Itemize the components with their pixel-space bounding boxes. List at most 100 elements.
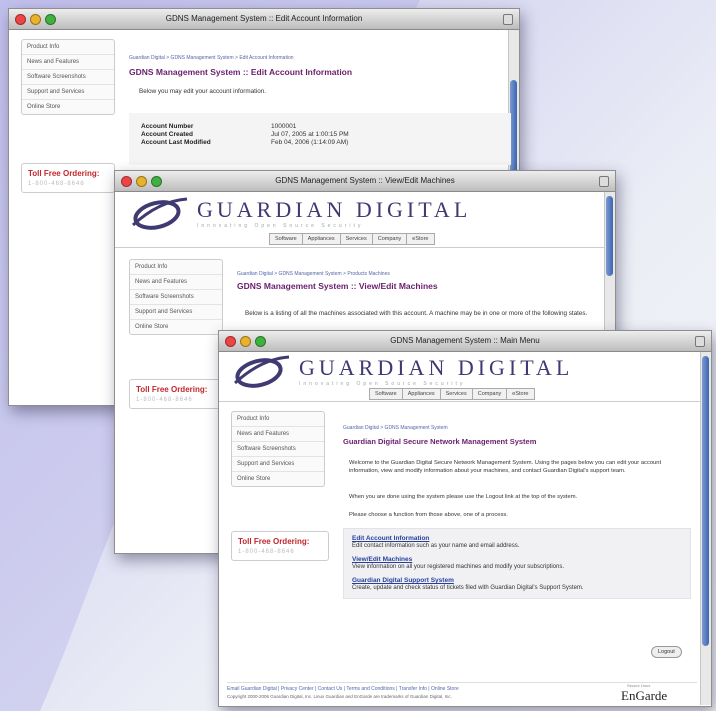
scrollbar-thumb[interactable]	[606, 196, 613, 276]
breadcrumb[interactable]: Guardian Digital > GDNS Management Syste…	[237, 271, 390, 277]
machines-intro: Below is a listing of all the machines a…	[245, 310, 588, 317]
toll-free-number: 1-800-468-8646	[136, 397, 193, 403]
sidebar-item[interactable]: Product Info	[130, 260, 222, 275]
sidebar-item[interactable]: Product Info	[232, 412, 324, 427]
nav-tab[interactable]: Appliances	[301, 233, 341, 245]
toolbar-toggle-icon[interactable]	[599, 176, 609, 187]
welcome-text: Welcome to the Guardian Digital Secure N…	[349, 460, 662, 474]
guardian-digital-logo[interactable]: GUARDIAN DIGITAL Innovating Open Source …	[231, 353, 573, 389]
nav-tab[interactable]: Services	[439, 388, 473, 400]
function-item: Edit Account Information Edit contact in…	[352, 535, 682, 550]
toll-free-title: Toll Free Ordering:	[28, 169, 100, 178]
maximize-icon[interactable]	[255, 336, 266, 347]
sidebar-item[interactable]: Software Screenshots	[130, 290, 222, 305]
window-title: GDNS Management System :: Edit Account I…	[165, 14, 363, 23]
close-icon[interactable]	[121, 176, 132, 187]
close-icon[interactable]	[225, 336, 236, 347]
sidebar-item[interactable]: News and Features	[22, 55, 114, 70]
nav-tab[interactable]: Company	[471, 388, 508, 400]
logo-tagline: Innovating Open Source Security	[197, 223, 364, 229]
nav-tab[interactable]: Software	[369, 388, 403, 400]
sidebar-item[interactable]: Software Screenshots	[22, 70, 114, 85]
minimize-icon[interactable]	[136, 176, 147, 187]
nav-tab[interactable]: Software	[269, 233, 303, 245]
function-list: Edit Account Information Edit contact in…	[343, 528, 691, 599]
nav-tab[interactable]: Company	[371, 233, 408, 245]
swoosh-logo-icon	[233, 355, 290, 388]
view-machines-link[interactable]: View/Edit Machines	[352, 556, 682, 563]
scrollbar[interactable]	[700, 352, 711, 705]
minimize-icon[interactable]	[240, 336, 251, 347]
close-icon[interactable]	[15, 14, 26, 25]
sidebar-item[interactable]: Product Info	[22, 40, 114, 55]
breadcrumb[interactable]: Guardian Digital > GDNS Management Syste…	[129, 55, 294, 61]
page-title: GDNS Management System :: View/Edit Mach…	[237, 281, 438, 291]
logo-text: GUARDIAN DIGITAL	[197, 197, 472, 222]
sidebar-item[interactable]: Online Store	[22, 100, 114, 114]
toll-free-title: Toll Free Ordering:	[136, 385, 208, 394]
title-bar[interactable]: GDNS Management System :: Main Menu	[219, 331, 711, 352]
breadcrumb[interactable]: Guardian Digital > GDNS Management Syste…	[343, 425, 448, 431]
header-divider	[219, 401, 701, 402]
toll-free-title: Toll Free Ordering:	[238, 537, 310, 546]
toolbar-toggle-icon[interactable]	[695, 336, 705, 347]
nav-tab[interactable]: Services	[339, 233, 373, 245]
maximize-icon[interactable]	[151, 176, 162, 187]
toll-free-number: 1-800-468-8646	[28, 181, 85, 187]
traffic-lights	[15, 14, 56, 25]
sidebar-item[interactable]: Support and Services	[22, 85, 114, 100]
engarde-logo[interactable]: EnGarde	[621, 688, 667, 704]
scrollbar-thumb[interactable]	[702, 356, 709, 646]
traffic-lights	[121, 176, 162, 187]
top-nav: Software Appliances Services Company eSt…	[269, 233, 435, 245]
maximize-icon[interactable]	[45, 14, 56, 25]
sidebar-item[interactable]: News and Features	[232, 427, 324, 442]
function-desc: Create, update and check status of ticke…	[352, 585, 584, 591]
window-title: GDNS Management System :: View/Edit Mach…	[275, 176, 455, 185]
window-title: GDNS Management System :: Main Menu	[390, 336, 540, 345]
function-item: Guardian Digital Support System Create, …	[352, 577, 682, 592]
sidebar-item[interactable]: Online Store	[130, 320, 222, 334]
swoosh-logo-icon	[131, 197, 188, 230]
nav-tab[interactable]: eStore	[406, 233, 435, 245]
logout-instructions: When you are done using the system pleas…	[349, 494, 578, 500]
nav-tab[interactable]: Appliances	[401, 388, 441, 400]
sidebar-item[interactable]: Online Store	[232, 472, 324, 486]
traffic-lights	[225, 336, 266, 347]
toll-free-box: Toll Free Ordering: 1-800-468-8646	[231, 531, 329, 561]
toll-free-number: 1-800-468-8646	[238, 549, 295, 555]
logout-button[interactable]: Logout	[651, 646, 682, 658]
function-item: View/Edit Machines View information on a…	[352, 556, 682, 571]
sidebar-nav: Product Info News and Features Software …	[21, 39, 115, 115]
function-desc: Edit contact information such as your na…	[352, 543, 520, 549]
sidebar-item[interactable]: News and Features	[130, 275, 222, 290]
page-title: Guardian Digital Secure Network Manageme…	[343, 437, 537, 446]
top-nav: Software Appliances Services Company eSt…	[369, 388, 535, 400]
sidebar-nav: Product Info News and Features Software …	[129, 259, 223, 335]
sidebar-item[interactable]: Support and Services	[130, 305, 222, 320]
account-row: Account Created Jul 07, 2005 at 1:00:15 P…	[141, 131, 349, 138]
account-info-panel: Account Number 1000001 Account Created Jul…	[129, 113, 511, 165]
title-bar[interactable]: GDNS Management System :: Edit Account I…	[9, 9, 519, 30]
minimize-icon[interactable]	[30, 14, 41, 25]
title-bar[interactable]: GDNS Management System :: View/Edit Mach…	[115, 171, 615, 192]
function-desc: View information on all your registered …	[352, 564, 564, 570]
header-divider	[115, 247, 605, 248]
guardian-digital-logo[interactable]: GUARDIAN DIGITAL Innovating Open Source …	[129, 195, 471, 231]
edit-account-link[interactable]: Edit Account Information	[352, 535, 682, 542]
sidebar-nav: Product Info News and Features Software …	[231, 411, 325, 487]
account-row: Account Last Modified Feb 04, 2006 (1:14:…	[141, 139, 349, 146]
toolbar-toggle-icon[interactable]	[503, 14, 513, 25]
logo-tagline: Innovating Open Source Security	[299, 381, 466, 387]
support-system-link[interactable]: Guardian Digital Support System	[352, 577, 682, 584]
page-title: GDNS Management System :: Edit Account I…	[129, 67, 353, 77]
toll-free-box: Toll Free Ordering: 1-800-468-8646	[21, 163, 115, 193]
intro-text: Below you may edit your account informat…	[139, 88, 267, 95]
sidebar-item[interactable]: Support and Services	[232, 457, 324, 472]
toll-free-box: Toll Free Ordering: 1-800-468-8646	[129, 379, 223, 409]
logo-text: GUARDIAN DIGITAL	[299, 355, 574, 380]
sidebar-item[interactable]: Software Screenshots	[232, 442, 324, 457]
nav-tab[interactable]: eStore	[506, 388, 535, 400]
account-row: Account Number 1000001	[141, 123, 297, 130]
window-main-menu: GDNS Management System :: Main Menu GUAR…	[218, 330, 712, 707]
